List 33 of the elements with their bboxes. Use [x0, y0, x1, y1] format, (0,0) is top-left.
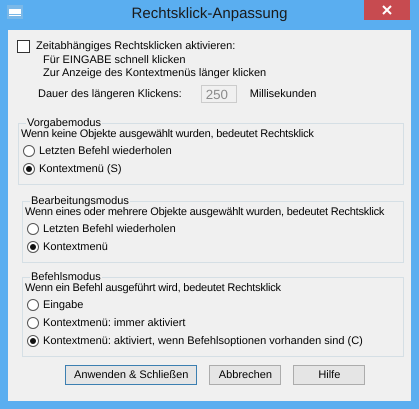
- app-logo-icon: [7, 5, 23, 19]
- duration-label: Dauer des längeren Klickens:: [38, 88, 182, 100]
- group-title: Bearbeitungsmodus: [30, 195, 130, 207]
- group-title: Vorgabemodus: [26, 117, 102, 129]
- close-button[interactable]: [364, 0, 410, 20]
- checkbox[interactable]: [17, 40, 30, 53]
- radio-button[interactable]: [27, 241, 39, 253]
- radio-label: Letzten Befehl wiederholen: [39, 144, 172, 158]
- unit-label: Millisekunden: [250, 88, 316, 100]
- radio-button[interactable]: [23, 145, 35, 157]
- dialog-button[interactable]: Hilfe: [293, 365, 366, 385]
- hint-text: Für EINGABE schnell klicken: [43, 54, 186, 67]
- window-title: Rechtsklick-Anpassung: [132, 5, 288, 24]
- radio-label: Eingabe: [43, 298, 84, 312]
- radio-button[interactable]: [23, 163, 35, 175]
- dialog-button[interactable]: Anwenden & Schließen: [65, 365, 198, 385]
- radio-label: Kontextmenü: [43, 240, 108, 254]
- checkbox-label: Zeitabhängiges Rechtsklicken aktivieren:: [36, 40, 236, 53]
- radio-label: Letzten Befehl wiederholen: [43, 222, 176, 236]
- dialog-button[interactable]: Abbrechen: [209, 365, 282, 385]
- hint-text: Zur Anzeige des Kontextmenüs länger klicken: [43, 67, 268, 80]
- radio-button[interactable]: [27, 223, 39, 235]
- group-title: Befehlsmodus: [30, 271, 102, 283]
- radio-button[interactable]: [27, 317, 39, 329]
- radio-button[interactable]: [27, 335, 39, 347]
- radio-label: Kontextmenü: immer aktiviert: [43, 316, 186, 330]
- radio-button[interactable]: [27, 299, 39, 311]
- group-description: Wenn eines oder mehrere Objekte ausgewählt wurden, bedeutet Rechtsklick: [25, 206, 386, 219]
- group-description: Wenn ein Befehl ausgeführt wird, bedeutet Rechtsklick: [25, 282, 282, 295]
- radio-label: Kontextmenü (S): [39, 162, 122, 176]
- close-icon: [382, 5, 392, 15]
- group-description: Wenn keine Objekte ausgewählt wurden, bedeutet Rechtsklick: [21, 128, 315, 141]
- radio-label: Kontextmenü: aktiviert, wenn Befehlsoptionen vorhanden sind (C): [43, 334, 363, 348]
